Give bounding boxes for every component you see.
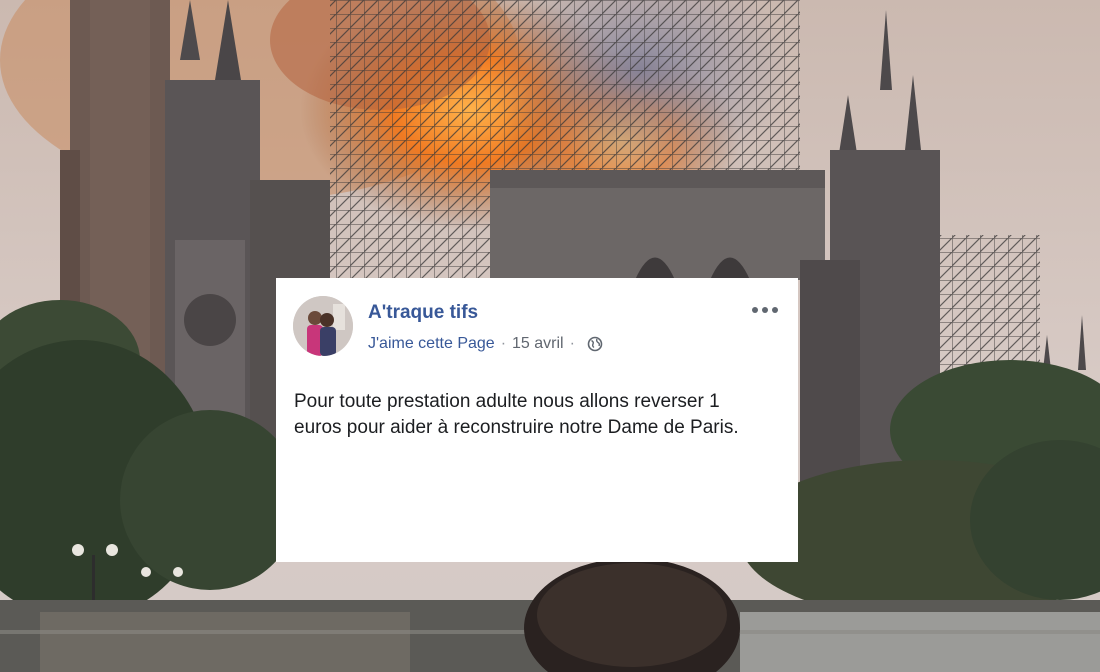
- meta-separator: ·: [500, 335, 507, 352]
- screenshot-scene: A'traque tifs J'aime cette Page · 15 avr…: [0, 0, 1100, 672]
- post-meta: J'aime cette Page · 15 avril ·: [368, 335, 603, 353]
- more-horizontal-icon: [762, 307, 768, 313]
- post-date[interactable]: 15 avril: [512, 335, 564, 353]
- more-options-button[interactable]: [752, 300, 778, 320]
- more-horizontal-icon: [772, 307, 778, 313]
- globe-icon[interactable]: [587, 336, 603, 352]
- page-avatar[interactable]: [293, 296, 353, 356]
- like-page-link[interactable]: J'aime cette Page: [368, 335, 495, 353]
- avatar-image: [293, 296, 353, 356]
- more-horizontal-icon: [752, 307, 758, 313]
- facebook-post-card: A'traque tifs J'aime cette Page · 15 avr…: [276, 278, 798, 562]
- post-text: Pour toute prestation adulte nous allons…: [294, 391, 739, 438]
- page-name[interactable]: A'traque tifs: [368, 302, 478, 324]
- meta-separator-2: ·: [569, 335, 575, 352]
